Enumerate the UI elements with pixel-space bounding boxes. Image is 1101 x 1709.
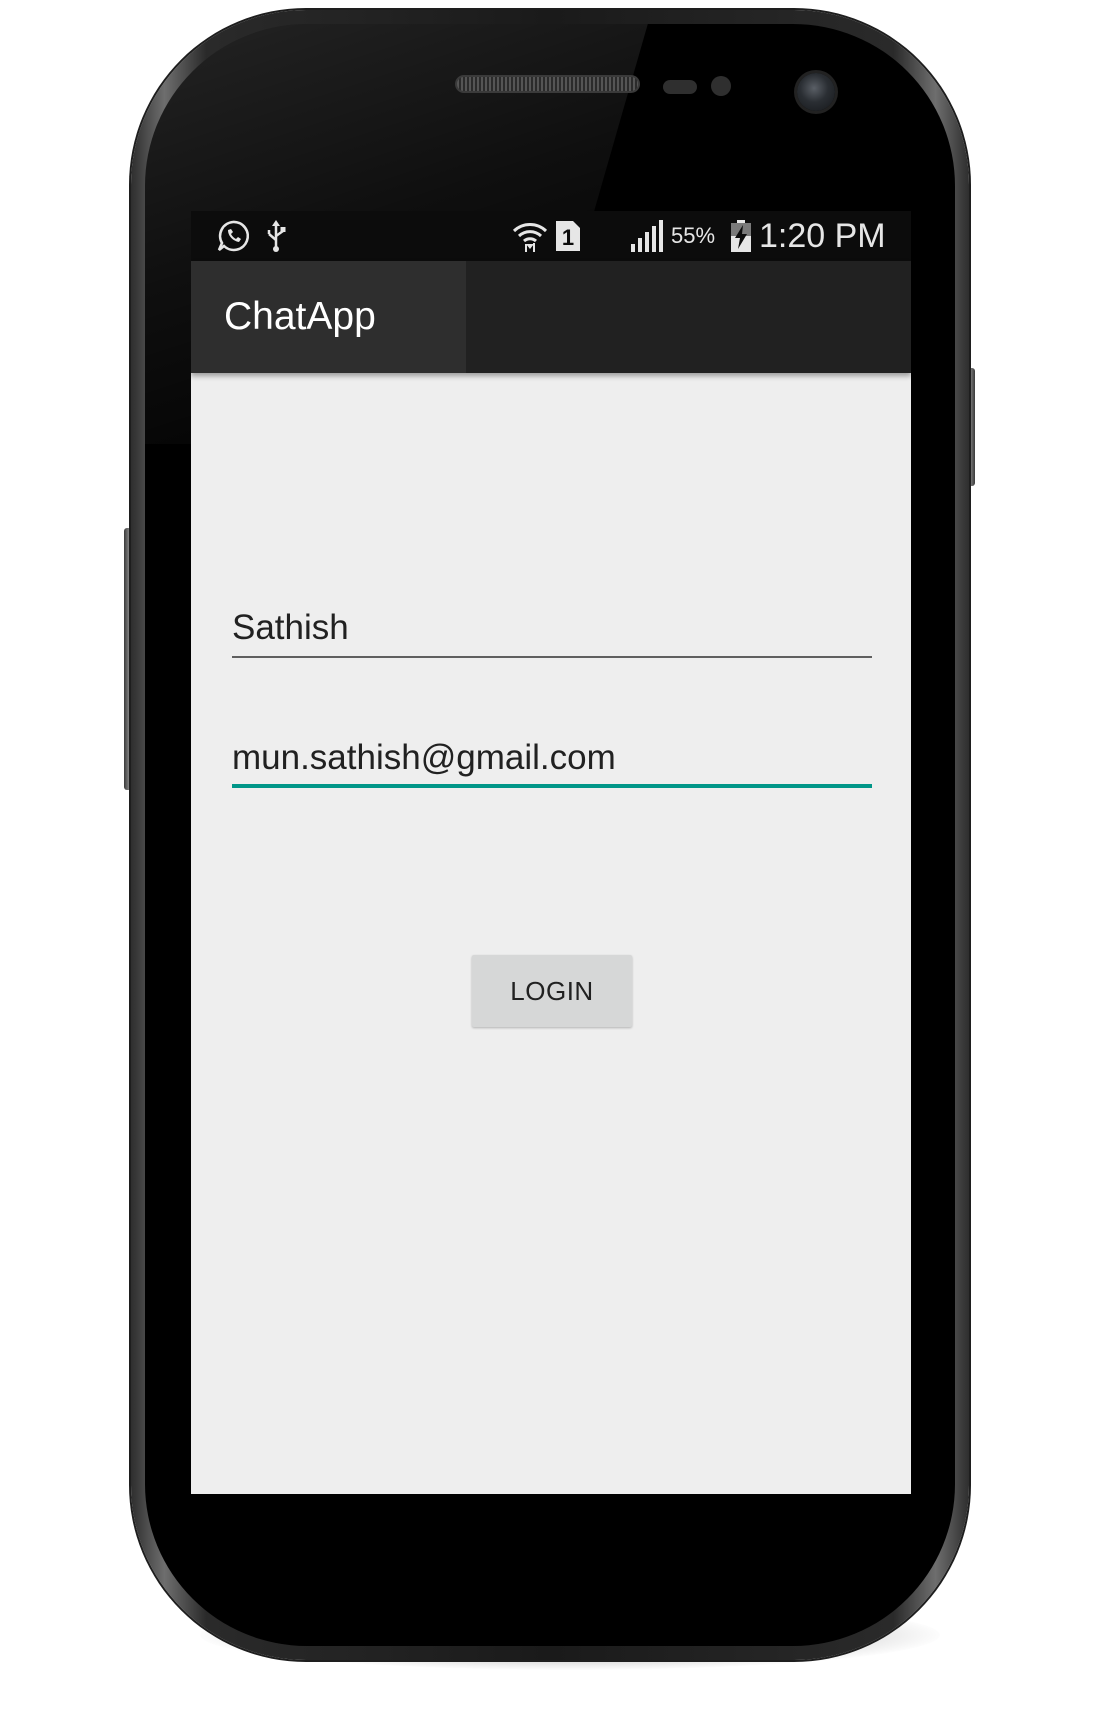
action-bar: ChatApp [191, 261, 911, 373]
earpiece-speaker [455, 75, 640, 93]
battery-percent: 55% [671, 223, 716, 248]
usb-icon [264, 219, 288, 253]
name-field-value: Sathish [232, 608, 349, 647]
front-camera [797, 73, 835, 111]
whatsapp-icon [215, 219, 251, 253]
wifi-icon [511, 219, 549, 253]
device-mockup: 1 55% 1:20 PM ChatApp Sathish mun.sathis… [0, 0, 1101, 1709]
signal-icon [629, 219, 665, 253]
light-sensor [711, 76, 731, 96]
name-field-underline [232, 656, 872, 658]
proximity-sensor [663, 80, 697, 94]
sim-slot-number: 1 [562, 225, 574, 250]
status-bar: 1 55% 1:20 PM [191, 211, 911, 261]
login-form: Sathish mun.sathish@gmail.com LOGIN [191, 373, 911, 1494]
email-field-value: mun.sathish@gmail.com [232, 738, 616, 777]
email-field-underline [232, 784, 872, 788]
email-field[interactable]: mun.sathish@gmail.com [232, 728, 872, 788]
name-field[interactable]: Sathish [232, 598, 872, 658]
sim-1-icon: 1 [555, 219, 581, 253]
login-button[interactable]: LOGIN [472, 955, 632, 1027]
battery-charging-icon [729, 219, 753, 253]
app-title: ChatApp [224, 295, 376, 338]
status-time: 1:20 PM [759, 217, 886, 255]
phone-screen: 1 55% 1:20 PM ChatApp Sathish mun.sathis… [191, 211, 911, 1494]
